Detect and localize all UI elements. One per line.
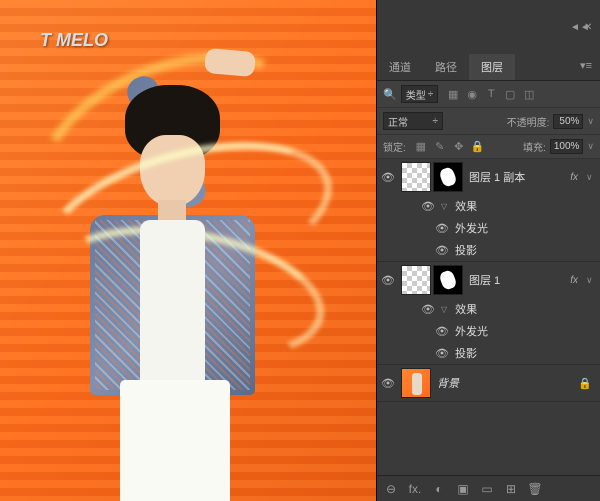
add-fx-icon[interactable]: fx. (407, 482, 423, 496)
layer-item[interactable]: 👁 背景 🔒 (377, 365, 600, 402)
chevron-down-icon[interactable]: ∨ (586, 172, 596, 183)
panel-tabs: 通道 路径 图层 ▾≡ (377, 54, 600, 81)
visibility-toggle-icon[interactable]: 👁 (435, 346, 449, 360)
visibility-toggle-icon[interactable]: 👁 (435, 324, 449, 338)
opacity-value[interactable]: 50% (553, 114, 583, 129)
visibility-toggle-icon[interactable]: 👁 (421, 302, 435, 316)
panel-menu-icon[interactable]: ▾≡ (572, 54, 600, 80)
filter-type-icon[interactable]: T (484, 87, 498, 101)
add-mask-icon[interactable]: ◐ (431, 482, 447, 496)
lock-fill-row: 锁定: ▦ ✎ ✥ 🔒 填充: 100% ∨ (377, 135, 600, 159)
blend-mode-select[interactable]: 正常 ÷ (383, 112, 443, 130)
filter-shape-icon[interactable]: ▢ (503, 87, 517, 101)
lock-all-icon[interactable]: 🔒 (471, 140, 485, 154)
new-layer-icon[interactable]: ⊞ (503, 482, 519, 496)
layer-name[interactable]: 背景 (437, 375, 572, 391)
visibility-toggle-icon[interactable]: 👁 (435, 221, 449, 235)
lock-icon[interactable]: 🔒 (578, 377, 596, 390)
layer-item[interactable]: 👁 图层 1 fx ∨ 👁 ▽ 效果 👁 外发光 👁 投影 (377, 262, 600, 365)
layers-bottom-toolbar: ⊖ fx. ◐ ▣ ▭ ⊞ 🗑 (377, 475, 600, 501)
effect-item[interactable]: 👁 投影 (377, 239, 600, 261)
lock-position-icon[interactable]: ✥ (452, 140, 466, 154)
filter-kind-select[interactable]: 类型 ÷ (401, 85, 439, 103)
blend-opacity-row: 正常 ÷ 不透明度: 50% ∨ (377, 108, 600, 135)
lock-label: 锁定: (383, 139, 406, 154)
visibility-toggle-icon[interactable]: 👁 (381, 273, 395, 287)
effect-item[interactable]: 👁 外发光 (377, 320, 600, 342)
layer-name[interactable]: 图层 1 (469, 272, 564, 288)
layers-list: 👁 图层 1 副本 fx ∨ 👁 ▽ 效果 👁 外发光 👁 投影 (377, 159, 600, 475)
lock-transparent-icon[interactable]: ▦ (414, 140, 428, 154)
add-adjustment-icon[interactable]: ▣ (455, 482, 471, 496)
fill-label: 填充: (523, 139, 546, 154)
lock-pixels-icon[interactable]: ✎ (433, 140, 447, 154)
layer-name[interactable]: 图层 1 副本 (469, 169, 564, 185)
visibility-toggle-icon[interactable]: 👁 (421, 199, 435, 213)
fx-badge[interactable]: fx (570, 172, 580, 183)
tab-layers[interactable]: 图层 (469, 54, 515, 80)
effects-row[interactable]: 👁 ▽ 效果 (377, 195, 600, 217)
triangle-down-icon[interactable]: ▽ (441, 202, 447, 211)
filter-smart-icon[interactable]: ◫ (522, 87, 536, 101)
panels-container: ◄◄ ✕ 通道 路径 图层 ▾≡ 🔍 类型 ÷ ▦ ◉ T ▢ ◫ 正常 ÷ 不… (377, 0, 600, 501)
opacity-label: 不透明度: (507, 114, 550, 129)
triangle-down-icon[interactable]: ▽ (441, 305, 447, 314)
tab-channels[interactable]: 通道 (377, 54, 423, 80)
chevron-down-icon[interactable]: ∨ (586, 275, 596, 286)
tab-paths[interactable]: 路径 (423, 54, 469, 80)
search-icon[interactable]: 🔍 (383, 88, 397, 101)
effects-row[interactable]: 👁 ▽ 效果 (377, 298, 600, 320)
layer-item[interactable]: 👁 图层 1 副本 fx ∨ 👁 ▽ 效果 👁 外发光 👁 投影 (377, 159, 600, 262)
panel-header-controls: ◄◄ ✕ (377, 0, 600, 54)
close-icon[interactable]: ✕ (584, 22, 594, 32)
watermark-logo: T MELO (40, 30, 108, 51)
visibility-toggle-icon[interactable]: 👁 (435, 243, 449, 257)
layer-thumbnail[interactable] (401, 265, 431, 295)
fill-value[interactable]: 100% (550, 139, 584, 154)
canvas-area[interactable]: T MELO (0, 0, 376, 501)
link-layers-icon[interactable]: ⊖ (383, 482, 399, 496)
trash-icon[interactable]: 🗑 (527, 482, 543, 496)
effect-item[interactable]: 👁 外发光 (377, 217, 600, 239)
new-group-icon[interactable]: ▭ (479, 482, 495, 496)
effect-item[interactable]: 👁 投影 (377, 342, 600, 364)
filter-pixel-icon[interactable]: ▦ (446, 87, 460, 101)
layer-mask-thumbnail[interactable] (433, 162, 463, 192)
person-figure (70, 50, 310, 490)
visibility-toggle-icon[interactable]: 👁 (381, 376, 395, 390)
visibility-toggle-icon[interactable]: 👁 (381, 170, 395, 184)
layer-thumbnail[interactable] (401, 162, 431, 192)
filter-adjustment-icon[interactable]: ◉ (465, 87, 479, 101)
collapse-icon[interactable]: ◄◄ (570, 22, 580, 32)
layer-filter-row: 🔍 类型 ÷ ▦ ◉ T ▢ ◫ (377, 81, 600, 108)
layer-mask-thumbnail[interactable] (433, 265, 463, 295)
fx-badge[interactable]: fx (570, 275, 580, 286)
layer-thumbnail[interactable] (401, 368, 431, 398)
